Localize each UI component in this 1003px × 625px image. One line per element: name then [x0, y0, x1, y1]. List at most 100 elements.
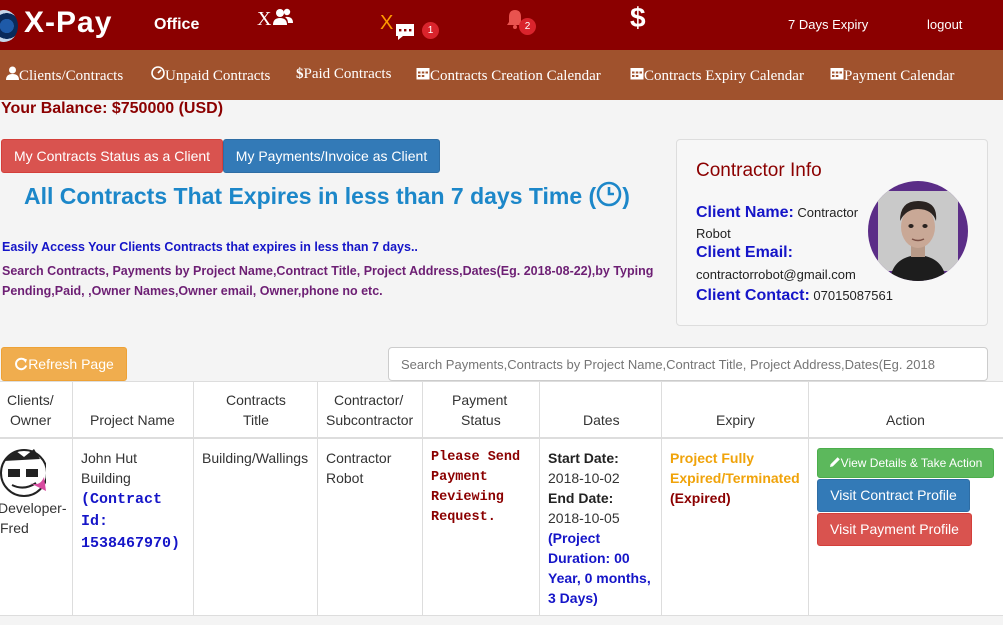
duration-1: (Project — [548, 530, 601, 546]
calendar-icon — [830, 68, 844, 80]
header-contracts-title-2: Title — [243, 412, 269, 428]
nav-bar: Clients/Contracts Unpaid Contracts $Paid… — [0, 50, 1003, 100]
notifications-link[interactable]: 2 — [505, 8, 536, 35]
owner-avatar — [0, 447, 48, 499]
calendar-icon — [630, 68, 644, 80]
header-project-name: Project Name — [90, 412, 175, 428]
header-expiry: Expiry — [716, 412, 755, 428]
nav-label: Payment Calendar — [844, 68, 955, 84]
nav-label: Paid Contracts — [303, 66, 392, 82]
logo-icon — [0, 10, 18, 42]
nav-contracts-expiry-calendar[interactable]: Contracts Expiry Calendar — [630, 66, 804, 85]
users-icon — [273, 8, 294, 25]
dollar-icon: $ — [296, 66, 304, 82]
client-name-row: Client Name: Contractor Robot — [696, 202, 868, 244]
contract-id-3: 1538467970) — [81, 535, 181, 552]
refresh-label: Refresh Page — [28, 356, 114, 372]
end-date-label: End Date: — [548, 490, 614, 506]
payments-dollar-link[interactable]: $ — [630, 2, 646, 34]
client-contact-value: 07015087561 — [813, 288, 893, 303]
view-details-button[interactable]: View Details & Take Action — [817, 448, 994, 478]
nav-paid-contracts[interactable]: $Paid Contracts — [296, 66, 391, 83]
nav-payment-calendar[interactable]: Payment Calendar — [830, 66, 954, 85]
header-payment-1: Payment — [452, 392, 508, 408]
contractor-name-2: Robot — [326, 470, 364, 486]
header-owner-2: Owner — [10, 412, 52, 428]
balance-text: Your Balance: $750000 (USD) — [1, 100, 224, 117]
contracts-status-button[interactable]: My Contracts Status as a Client — [1, 139, 223, 173]
visit-contract-profile-button[interactable]: Visit Contract Profile — [817, 479, 970, 512]
chat-x-label: X — [380, 12, 394, 34]
nav-label: Unpaid Contracts — [165, 68, 271, 84]
logout-link[interactable]: logout — [927, 17, 962, 32]
chat-icon — [396, 24, 414, 40]
payment-status-1: Please Send — [431, 450, 521, 465]
contract-title: Building/Wallings — [202, 450, 309, 466]
header-dates: Dates — [583, 412, 620, 428]
page-title-close: ) — [622, 183, 630, 209]
contractor-avatar — [868, 181, 968, 281]
user-icon — [6, 66, 19, 80]
nav-label: Contracts Expiry Calendar — [644, 68, 804, 84]
page-title: All Contracts That Expires in less than … — [24, 181, 630, 210]
client-email-label: Client Email: — [696, 244, 793, 261]
calendar-icon — [416, 68, 430, 80]
intro-line-1: Easily Access Your Clients Contracts tha… — [2, 240, 418, 254]
messages-link[interactable]: X 1 — [380, 12, 439, 40]
expiry-status-1: Project Fully — [670, 450, 755, 466]
duration-2: Duration: 00 — [548, 550, 630, 566]
dashboard-icon — [151, 66, 165, 80]
owner-name-2: Fred — [0, 520, 29, 536]
users-x-label: X — [257, 8, 272, 30]
contract-id-1: (Contract — [81, 491, 163, 508]
notifications-badge: 2 — [519, 18, 536, 35]
duration-4: 3 Days) — [548, 590, 598, 606]
intro-line-2: Search Contracts, Payments by Project Na… — [2, 264, 654, 298]
header-contracts-title-1: Contracts — [226, 392, 286, 408]
header-contractor-1: Contractor/ — [334, 392, 404, 408]
end-date-value: 2018-10-05 — [548, 510, 620, 526]
payment-status-4: Request. — [431, 510, 496, 525]
header-payment-2: Status — [461, 412, 501, 428]
payment-status-2: Payment — [431, 470, 488, 485]
nav-label: Contracts Creation Calendar — [430, 68, 601, 84]
visit-payment-profile-button[interactable]: Visit Payment Profile — [817, 513, 972, 546]
duration-3: Year, 0 months, — [548, 570, 651, 586]
contractor-info-title: Contractor Info — [696, 160, 822, 181]
brand-name[interactable]: X-Pay — [24, 6, 112, 40]
owner-name-1: Developer- — [0, 500, 67, 516]
users-link[interactable]: X — [257, 8, 294, 31]
header-contractor-2: Subcontractor — [326, 412, 414, 428]
expiry-status-2: Expired/Terminated — [670, 470, 800, 486]
client-contact-label: Client Contact: — [696, 287, 810, 304]
client-name-label: Client Name: — [696, 204, 794, 221]
payments-invoice-button[interactable]: My Payments/Invoice as Client — [223, 139, 440, 173]
payment-status-3: Reviewing — [431, 490, 504, 505]
start-date-value: 2018-10-02 — [548, 470, 620, 486]
header-owner-1: Clients/ — [7, 392, 54, 408]
page-title-text: All Contracts That Expires in less than … — [24, 183, 597, 209]
refresh-icon — [15, 357, 28, 371]
expiry-status-3: (Expired) — [670, 490, 731, 506]
client-email-value: contractorrobot@gmail.com — [696, 267, 856, 282]
messages-badge: 1 — [422, 22, 439, 39]
nav-unpaid-contracts[interactable]: Unpaid Contracts — [151, 66, 270, 85]
nav-contracts-creation-calendar[interactable]: Contracts Creation Calendar — [416, 66, 601, 85]
refresh-page-button[interactable]: Refresh Page — [1, 347, 127, 381]
project-name-1: John Hut — [81, 450, 138, 466]
clock-icon — [596, 181, 622, 207]
contractor-name-1: Contractor — [326, 450, 392, 466]
header-action: Action — [886, 412, 925, 428]
nav-clients-contracts[interactable]: Clients/Contracts — [6, 66, 123, 85]
pencil-icon — [829, 457, 840, 467]
start-date-label: Start Date: — [548, 450, 619, 466]
contractor-info-panel: Contractor Info Client Name: Contractor … — [676, 139, 988, 326]
contract-id-2: Id: — [81, 513, 109, 530]
search-input[interactable] — [388, 347, 988, 381]
project-name-2: Building — [81, 470, 131, 486]
top-bar: X-Pay Office X X 1 2 $ 7 Days Expiry log… — [0, 0, 1003, 50]
expiry-link[interactable]: 7 Days Expiry — [788, 17, 868, 32]
office-link[interactable]: Office — [154, 16, 199, 34]
view-details-label: View Details & Take Action — [840, 456, 983, 470]
nav-label: Clients/Contracts — [19, 68, 124, 84]
